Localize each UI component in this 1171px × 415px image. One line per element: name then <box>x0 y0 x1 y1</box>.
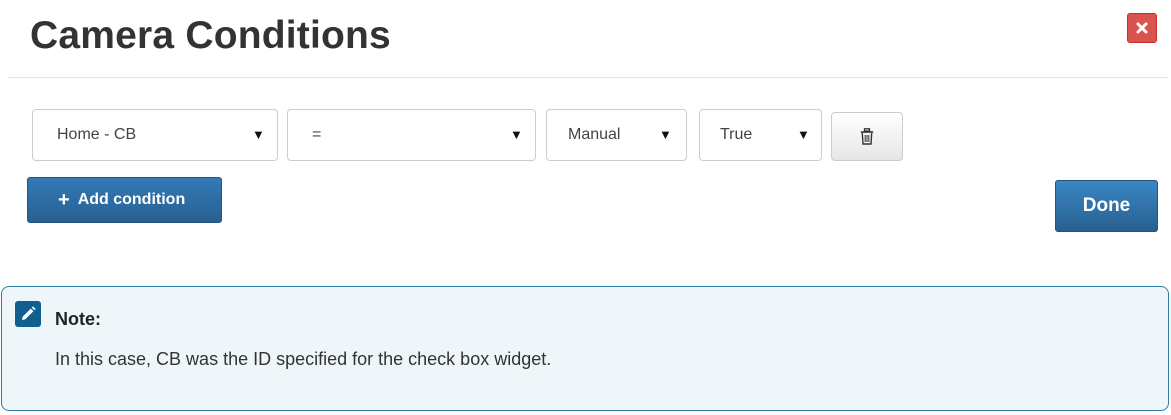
dialog-title: Camera Conditions <box>30 14 391 57</box>
pencil-icon <box>15 301 41 327</box>
note-box: Note: In this case, CB was the ID specif… <box>1 286 1169 411</box>
add-condition-label: Add condition <box>77 191 186 208</box>
mode-select-value: Manual <box>568 126 621 143</box>
chevron-down-icon: ▼ <box>252 127 265 142</box>
close-button[interactable] <box>1127 13 1157 43</box>
operator-select-value: = <box>312 126 322 143</box>
mode-select[interactable]: Manual ▼ <box>546 109 687 161</box>
plus-icon: + <box>58 189 70 211</box>
field-select[interactable]: Home - CB ▼ <box>32 109 278 161</box>
title-divider <box>8 77 1168 78</box>
chevron-down-icon: ▼ <box>659 127 672 142</box>
trash-icon <box>860 128 874 145</box>
close-icon <box>1136 22 1148 34</box>
chevron-down-icon: ▼ <box>797 127 810 142</box>
field-select-value: Home - CB <box>57 126 137 143</box>
done-button[interactable]: Done <box>1055 180 1158 232</box>
note-body: In this case, CB was the ID specified fo… <box>55 349 552 369</box>
operator-select[interactable]: = ▼ <box>287 109 536 161</box>
delete-condition-button[interactable] <box>831 112 903 161</box>
add-condition-button[interactable]: + Add condition <box>27 177 222 223</box>
chevron-down-icon: ▼ <box>510 127 523 142</box>
value-select[interactable]: True ▼ <box>699 109 822 161</box>
note-title: Note: <box>55 309 101 329</box>
value-select-value: True <box>720 126 753 143</box>
